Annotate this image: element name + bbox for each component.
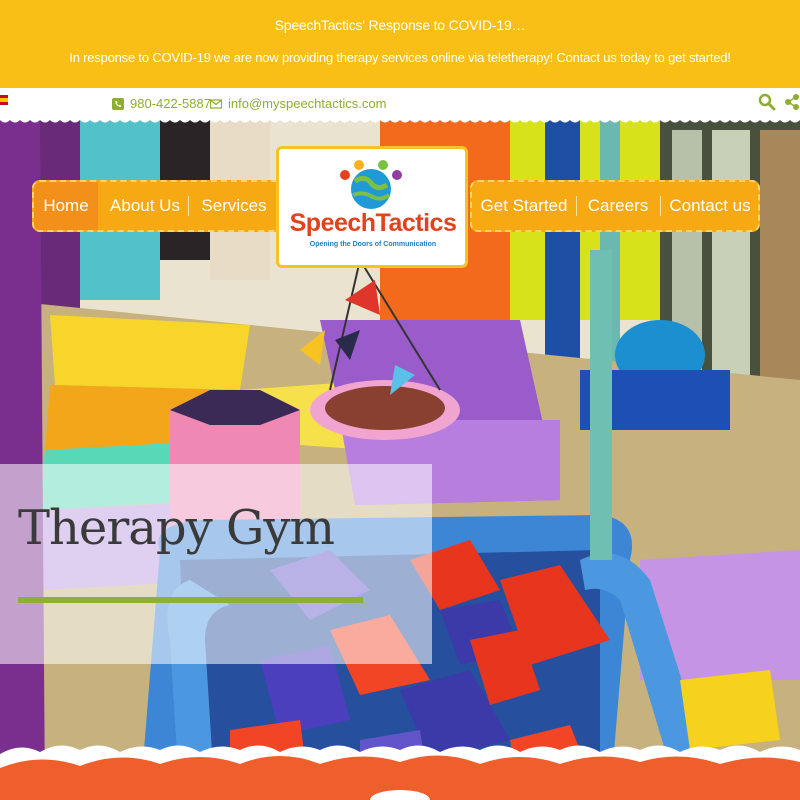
announcement-title[interactable]: SpeechTactics' Response to COVID-19… [0, 17, 800, 33]
share-icon[interactable] [784, 93, 800, 111]
logo-wordmark: SpeechTactics [289, 209, 457, 237]
envelope-icon [210, 98, 222, 109]
nav-separator [576, 196, 577, 216]
search-icon[interactable] [758, 93, 776, 111]
nav-home[interactable]: Home [34, 182, 98, 230]
email-address[interactable]: info@myspeechtactics.com [228, 96, 386, 111]
spanish-flag-icon[interactable] [0, 95, 8, 105]
nav-contact-us[interactable]: Contact us [664, 182, 756, 230]
phone-icon [112, 97, 124, 110]
nav-get-started[interactable]: Get Started [478, 182, 570, 230]
logo-tagline: Opening the Doors of Communication [309, 241, 437, 248]
nav-separator [660, 196, 661, 216]
main-nav-right: Get Started Careers Contact us [470, 180, 760, 232]
phone-contact[interactable]: 980-422-5887 [112, 96, 211, 111]
nav-about-us[interactable]: About Us [106, 182, 184, 230]
email-contact[interactable]: info@myspeechtactics.com [210, 96, 386, 111]
globe-people-logo-icon [340, 160, 402, 209]
nav-services[interactable]: Services [194, 182, 274, 230]
nav-careers[interactable]: Careers [582, 182, 654, 230]
bottom-wave-decoration [0, 745, 800, 800]
main-nav-left: Home About Us Services [32, 180, 282, 232]
speechtactics-logo[interactable]: SpeechTactics Opening the Doors of Commu… [276, 146, 468, 268]
phone-number[interactable]: 980-422-5887 [130, 96, 211, 111]
scallop-border [0, 116, 800, 123]
announcement-message: In response to COVID-19 we are now provi… [69, 50, 731, 65]
title-underline [18, 597, 363, 603]
hero-title-panel [0, 464, 432, 664]
covid-announcement-bar: SpeechTactics' Response to COVID-19… In … [0, 0, 800, 88]
nav-separator [188, 196, 189, 216]
page-title: Therapy Gym [18, 500, 335, 556]
